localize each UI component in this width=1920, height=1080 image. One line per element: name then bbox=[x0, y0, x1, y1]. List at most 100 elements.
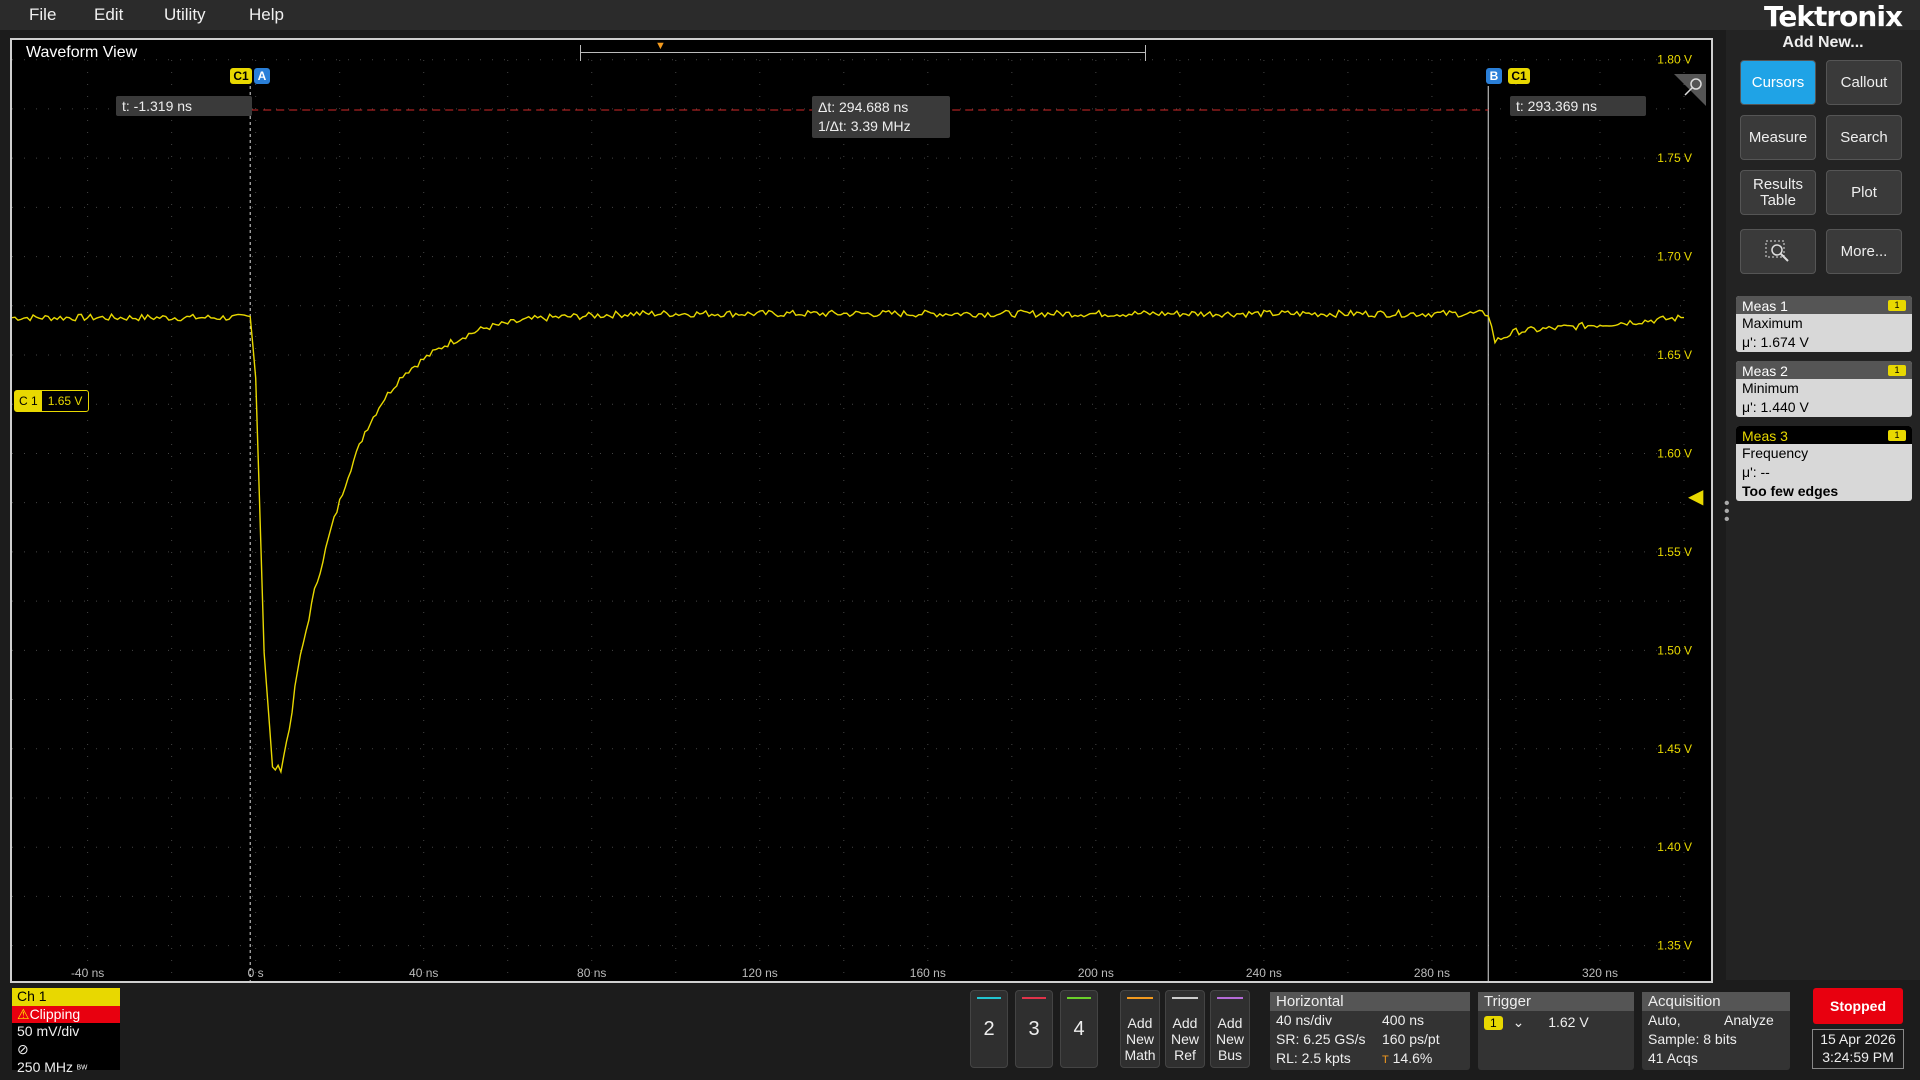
cursor-a-tag[interactable]: A bbox=[254, 68, 270, 84]
brand-logo: Tektronix bbox=[1763, 0, 1903, 33]
meas-1-value: μ': 1.674 V bbox=[1742, 334, 1809, 350]
add-new-ref-button[interactable]: Add New Ref bbox=[1165, 990, 1205, 1068]
y-tick-label: 1.50 V bbox=[1657, 643, 1692, 657]
ch1-offset-marker[interactable]: C 1 1.65 V bbox=[14, 390, 90, 412]
meas-3-name: Frequency bbox=[1742, 445, 1809, 461]
meas-2-value: μ': 1.440 V bbox=[1742, 399, 1809, 415]
x-tick-label: 240 ns bbox=[1246, 966, 1282, 980]
meas-3-badge[interactable]: Meas 3 1 Frequency μ': -- Too few edges bbox=[1736, 426, 1912, 501]
x-axis-ticks: -40 ns 0 s 40 ns 80 ns 120 ns 160 ns 200 ns 240… bbox=[71, 966, 1618, 980]
trigger-position-icon: T bbox=[1382, 1054, 1389, 1066]
ch1-bandwidth: 250 MHz ᴮᵂ bbox=[12, 1059, 120, 1077]
delta-t-value: Δt: 294.688 ns bbox=[818, 99, 909, 115]
y-tick-label: 1.40 V bbox=[1657, 840, 1692, 854]
acquisition-badge[interactable]: Acquisition Auto, Analyze Sample: 8 bits … bbox=[1642, 992, 1790, 1070]
add-new-title: Add New... bbox=[1782, 34, 1864, 51]
add-new-bus-button[interactable]: Add New Bus bbox=[1210, 990, 1250, 1068]
search-button[interactable]: Search bbox=[1826, 115, 1902, 160]
measure-button[interactable]: Measure bbox=[1740, 115, 1816, 160]
panel-resize-handle-icon[interactable]: • • • bbox=[1724, 496, 1730, 528]
acquisition-count: 41 Acqs bbox=[1648, 1050, 1698, 1066]
ch1-waveform-trace bbox=[12, 308, 1684, 775]
cursor-a-readout: t: -1.319 ns bbox=[116, 96, 252, 116]
trigger-source: 1 bbox=[1484, 1016, 1503, 1030]
menu-bar: File Edit Utility Help Tektronix bbox=[0, 0, 1920, 33]
bandwidth-limit-icon: ᴮᵂ bbox=[76, 1064, 88, 1075]
meas-2-title: Meas 2 bbox=[1742, 363, 1788, 379]
menu-edit[interactable]: Edit bbox=[94, 5, 123, 25]
trigger-title: Trigger bbox=[1478, 992, 1634, 1011]
meas-2-badge[interactable]: Meas 2 1 Minimum μ': 1.440 V bbox=[1736, 361, 1912, 417]
trigger-level-arrow-icon[interactable]: ◀ bbox=[1688, 484, 1703, 509]
channel-3-label: 3 bbox=[1028, 1017, 1040, 1040]
inv-delta-t-value: 1/Δt: 3.39 MHz bbox=[818, 118, 911, 134]
meas-1-title: Meas 1 bbox=[1742, 298, 1788, 314]
acquisition-title: Acquisition bbox=[1642, 992, 1790, 1011]
right-panel: Add New... Cursors Callout Measure Searc… bbox=[1724, 30, 1920, 980]
ch1-clipping-warning: ⚠Clipping bbox=[12, 1006, 120, 1023]
add-math-l3: Math bbox=[1124, 1047, 1156, 1063]
trigger-badge[interactable]: Trigger 1 ⌄ 1.62 V bbox=[1478, 992, 1634, 1070]
meas-1-name: Maximum bbox=[1742, 315, 1803, 331]
add-bus-l1: Add bbox=[1217, 1015, 1243, 1031]
meas-3-source-badge: 1 bbox=[1888, 430, 1906, 441]
x-tick-label: 320 ns bbox=[1582, 966, 1618, 980]
trigger-position-marker-icon[interactable]: ▼ bbox=[655, 40, 666, 52]
ch1-scale: 50 mV/div bbox=[17, 1023, 80, 1039]
run-stop-status-button[interactable]: Stopped bbox=[1813, 988, 1903, 1024]
menu-file[interactable]: File bbox=[29, 5, 56, 25]
waveform-view-title: Waveform View bbox=[26, 44, 138, 61]
meas-3-note: Too few edges bbox=[1742, 483, 1839, 499]
add-bus-l3: Bus bbox=[1217, 1047, 1243, 1063]
channel-3-button[interactable]: 3 bbox=[1015, 990, 1053, 1068]
add-math-l2: New bbox=[1125, 1031, 1154, 1047]
channel-4-button[interactable]: 4 bbox=[1060, 990, 1098, 1068]
plot-button[interactable]: Plot bbox=[1826, 170, 1902, 215]
menu-utility[interactable]: Utility bbox=[164, 5, 206, 25]
x-tick-label: 120 ns bbox=[742, 966, 778, 980]
y-tick-label: 1.45 V bbox=[1657, 742, 1692, 756]
cursor-b-tag[interactable]: B bbox=[1486, 68, 1502, 84]
cursor-b-source-tag: C1 bbox=[1508, 68, 1530, 84]
cursors-button[interactable]: Cursors bbox=[1740, 60, 1816, 105]
cursor-a-source-tag: C1 bbox=[230, 68, 252, 84]
more-button[interactable]: More... bbox=[1826, 229, 1902, 274]
ch1-settings-badge[interactable]: Ch 1 ⚠Clipping 50 mV/div ⊘ 250 MHz ᴮᵂ bbox=[12, 988, 120, 1075]
meas-2-source-badge: 1 bbox=[1888, 365, 1906, 376]
zoom-corner-icon[interactable] bbox=[1672, 72, 1708, 108]
graticule bbox=[12, 59, 1685, 981]
add-ref-l3: Ref bbox=[1174, 1047, 1196, 1063]
ch1-clipping-label: Clipping bbox=[29, 1006, 81, 1022]
add-new-math-button[interactable]: Add New Math bbox=[1120, 990, 1160, 1068]
x-tick-label: -40 ns bbox=[71, 966, 104, 980]
waveform-view[interactable]: 1.80 V 1.75 V 1.70 V 1.65 V 1.60 V 1.55 V 1.50… bbox=[10, 38, 1713, 983]
menu-help[interactable]: Help bbox=[249, 5, 284, 25]
y-tick-label: 1.55 V bbox=[1657, 545, 1692, 559]
horizontal-position: 14.6% bbox=[1392, 1050, 1433, 1066]
callout-button[interactable]: Callout bbox=[1826, 60, 1902, 105]
add-bus-l2: New bbox=[1215, 1031, 1244, 1047]
acquisition-mode: Auto, bbox=[1648, 1012, 1681, 1028]
meas-1-source-badge: 1 bbox=[1888, 300, 1906, 311]
ch1-probe-icon: ⊘ bbox=[17, 1041, 29, 1057]
x-tick-label: 40 ns bbox=[409, 966, 438, 980]
record-overview-bar[interactable]: ▼ bbox=[580, 40, 1146, 61]
cursor-b-readout: t: 293.369 ns bbox=[1510, 96, 1646, 116]
x-tick-label: 280 ns bbox=[1414, 966, 1450, 980]
time: 3:24:59 PM bbox=[1822, 1049, 1894, 1065]
delta-readout: Δt: 294.688 ns 1/Δt: 3.39 MHz bbox=[812, 96, 950, 138]
ch1-title: Ch 1 bbox=[12, 988, 120, 1006]
zoom-search-button[interactable] bbox=[1740, 229, 1816, 274]
horizontal-badge[interactable]: Horizontal 40 ns/div 400 ns SR: 6.25 GS/s… bbox=[1270, 992, 1470, 1070]
results-table-label-2: Table bbox=[1760, 191, 1796, 209]
date-time-display: 15 Apr 2026 3:24:59 PM bbox=[1812, 1029, 1904, 1069]
y-tick-label: 1.75 V bbox=[1657, 151, 1692, 165]
horizontal-scale: 40 ns/div bbox=[1276, 1012, 1333, 1028]
waveform-plot[interactable]: 1.80 V 1.75 V 1.70 V 1.65 V 1.60 V 1.55 V 1.50… bbox=[12, 40, 1713, 983]
results-table-label-1: Results bbox=[1752, 175, 1804, 193]
channel-2-button[interactable]: 2 bbox=[970, 990, 1008, 1068]
results-table-button[interactable]: Results Table bbox=[1740, 170, 1816, 215]
warning-icon: ⚠ bbox=[17, 1006, 30, 1022]
horizontal-resolution: 160 ps/pt bbox=[1382, 1031, 1440, 1047]
meas-1-badge[interactable]: Meas 1 1 Maximum μ': 1.674 V bbox=[1736, 296, 1912, 352]
